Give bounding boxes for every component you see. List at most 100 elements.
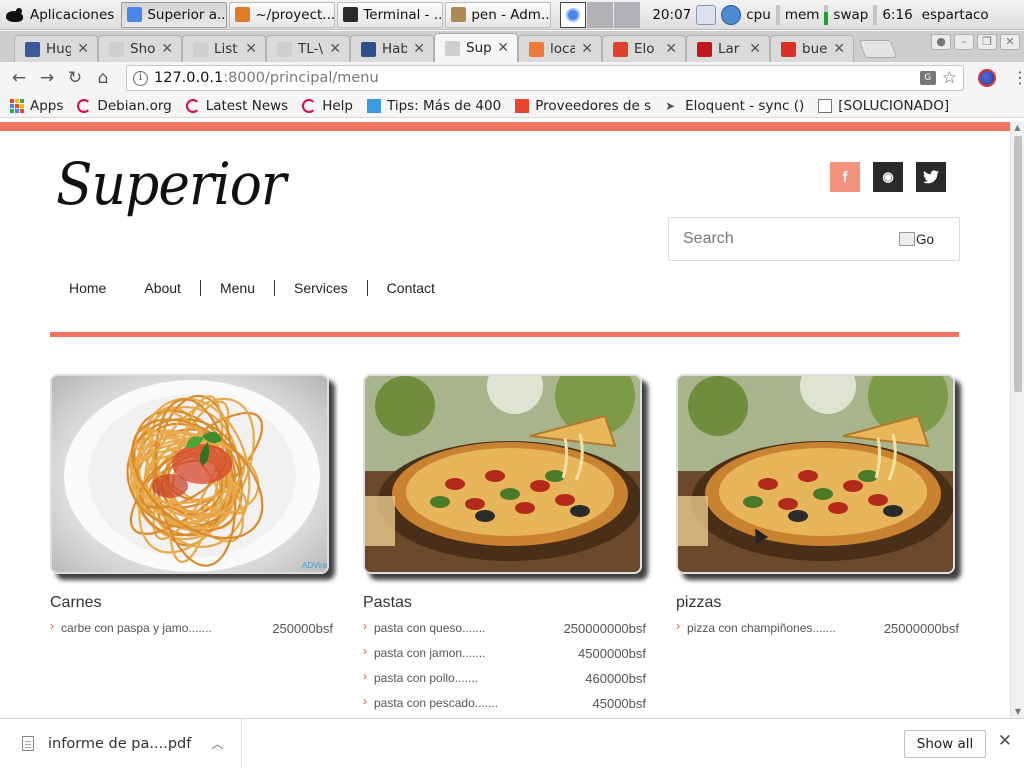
taskbar-button[interactable]: Superior a... — [121, 1, 228, 28]
minimize-button[interactable]: – — [954, 34, 974, 50]
download-item[interactable]: informe de pa....pdf ︿ — [22, 719, 243, 768]
browser-tab[interactable]: Hug ✕ — [14, 35, 98, 62]
nav-services[interactable]: Services — [275, 281, 367, 295]
tab-close-icon[interactable]: ✕ — [665, 41, 677, 57]
download-filename[interactable]: informe de pa....pdf — [48, 736, 191, 752]
menu-item[interactable]: pasta con jamon....... 4500000bsf — [363, 644, 646, 671]
bookmark-item[interactable]: [SOLUCIONADO] — [818, 98, 949, 114]
browser-tab[interactable]: Sup ✕ — [434, 33, 518, 62]
menu-item[interactable]: pasta con pollo....... 460000bsf — [363, 669, 646, 696]
menu-item[interactable]: pasta con queso....... 250000000bsf — [363, 619, 646, 646]
chrome-menu-icon[interactable]: ⋮ — [1012, 70, 1024, 86]
extension-icon[interactable] — [978, 69, 996, 87]
tab-close-icon[interactable]: ✕ — [833, 41, 845, 57]
user-name[interactable]: espartaco — [922, 7, 989, 23]
category-title[interactable]: pizzas — [676, 594, 959, 612]
key-tray-icon[interactable] — [696, 4, 717, 25]
menu-item-name: carbe con paspa y jamo....... — [61, 621, 212, 635]
show-all-button[interactable]: Show all — [904, 730, 986, 758]
taskbar-button[interactable]: Terminal - ... — [337, 1, 444, 28]
back-button[interactable]: ← — [8, 67, 30, 89]
site-info-icon[interactable]: i — [133, 70, 148, 86]
desktop-panel: Aplicaciones Superior a... ~/proyect... Te… — [0, 0, 1024, 30]
forward-button[interactable]: → — [36, 67, 58, 89]
pizza-photo[interactable] — [676, 374, 955, 574]
nav-about[interactable]: About — [125, 281, 200, 295]
nav-menu[interactable]: Menu — [201, 281, 274, 295]
category-title[interactable]: Pastas — [363, 594, 646, 612]
favicon-icon — [697, 41, 712, 57]
tab-close-icon[interactable]: ✕ — [245, 41, 257, 57]
bookmark-item[interactable]: Help — [302, 98, 353, 114]
workspace-1[interactable] — [560, 1, 587, 28]
browser-tab[interactable]: bue ✕ — [770, 35, 854, 62]
tab-close-icon[interactable]: ✕ — [329, 41, 341, 57]
site-logo[interactable]: Superior — [56, 150, 286, 218]
bookmark-item[interactable]: Latest News — [185, 98, 288, 114]
taskbar-button[interactable]: pen - Adm... — [445, 1, 552, 28]
workspace-2[interactable] — [587, 1, 614, 28]
close-window-button[interactable]: ✕ — [1000, 34, 1020, 50]
rss-icon[interactable]: ◉ — [873, 162, 903, 192]
scroll-up-arrow-icon[interactable]: ▲ — [1011, 122, 1024, 134]
browser-tab[interactable]: List ✕ — [182, 35, 266, 62]
page-viewport: Superior f ◉ Search Go Home About Menu S… — [0, 122, 1010, 718]
address-bar[interactable]: i 127.0.0.1:8000/principal/menu G ☆ — [126, 65, 964, 91]
page-scrollbar[interactable]: ▲ ▼ — [1010, 122, 1024, 718]
taskbar-button[interactable]: ~/proyect... — [229, 1, 336, 28]
scroll-thumb[interactable] — [1014, 136, 1022, 392]
bookmark-item[interactable]: Tips: Más de 400 — [367, 98, 501, 114]
nav-home[interactable]: Home — [50, 281, 125, 295]
tab-close-icon[interactable]: ✕ — [749, 41, 761, 57]
browser-tab[interactable]: Sho ✕ — [98, 35, 182, 62]
tab-close-icon[interactable]: ✕ — [161, 41, 173, 57]
menu-item[interactable]: carbe con paspa y jamo....... 250000bsf — [50, 619, 333, 646]
tab-close-icon[interactable]: ✕ — [77, 41, 89, 57]
browser-tab[interactable]: Hab ✕ — [350, 35, 434, 62]
menu-item[interactable]: pizza con champiñones....... 25000000bsf — [676, 619, 959, 646]
bookmark-item[interactable]: ➤ Eloquent - sync () — [665, 98, 804, 114]
workspace-pager[interactable] — [560, 1, 641, 28]
bookmark-label: Help — [322, 97, 353, 114]
menu-item-name: pasta con pescado....... — [374, 696, 499, 710]
new-tab-button[interactable] — [858, 40, 898, 58]
chevron-up-icon[interactable]: ︿ — [211, 735, 223, 752]
bookmark-item[interactable]: Debian.org — [77, 98, 172, 114]
panel-clock: 6:16 — [882, 6, 913, 23]
profile-icon[interactable]: ● — [931, 34, 951, 50]
spaghetti-photo[interactable]: ADViral — [50, 374, 329, 574]
bookmark-star-icon[interactable]: ☆ — [942, 68, 957, 88]
search-input[interactable]: Search — [683, 230, 899, 248]
tab-close-icon[interactable]: ✕ — [497, 40, 509, 56]
reload-button[interactable]: ↻ — [64, 67, 86, 89]
workspace-3[interactable] — [614, 1, 641, 28]
pizza-photo[interactable] — [363, 374, 642, 574]
menu-item[interactable]: pasta con pescado....... 45000bsf — [363, 694, 646, 718]
close-icon[interactable]: ✕ — [998, 731, 1012, 751]
facebook-icon[interactable]: f — [830, 162, 860, 192]
applications-label: Aplicaciones — [30, 6, 115, 23]
applications-menu[interactable]: Aplicaciones — [0, 0, 120, 29]
home-button[interactable]: ⌂ — [92, 67, 114, 89]
twitter-icon[interactable] — [916, 162, 946, 192]
category-title[interactable]: Carnes — [50, 594, 333, 612]
tab-close-icon[interactable]: ✕ — [581, 41, 593, 57]
tab-title: Sup — [466, 40, 492, 56]
browser-tab[interactable]: Lar ✕ — [686, 35, 770, 62]
send-icon: ➤ — [665, 98, 676, 113]
translate-icon[interactable]: G — [919, 71, 936, 85]
browser-tab[interactable]: TL-\ ✕ — [266, 35, 350, 62]
bookmark-item[interactable]: Proveedores de s — [515, 98, 651, 114]
scroll-down-arrow-icon[interactable]: ▼ — [1011, 706, 1024, 718]
tab-close-icon[interactable]: ✕ — [413, 41, 425, 57]
menu-item-price: 460000bsf — [585, 671, 646, 686]
browser-tab[interactable]: Elo ✕ — [602, 35, 686, 62]
maximize-button[interactable]: ❐ — [977, 34, 997, 50]
url-text[interactable]: 127.0.0.1:8000/principal/menu — [154, 70, 914, 86]
nav-contact[interactable]: Contact — [368, 281, 454, 295]
bookmark-item[interactable]: Apps — [10, 98, 63, 114]
browser-tab[interactable]: loca ✕ — [518, 35, 602, 62]
search-go-button[interactable]: Go — [899, 232, 955, 247]
taskbar-label: Superior a... — [147, 6, 228, 23]
qb-tray-icon[interactable] — [721, 4, 742, 25]
